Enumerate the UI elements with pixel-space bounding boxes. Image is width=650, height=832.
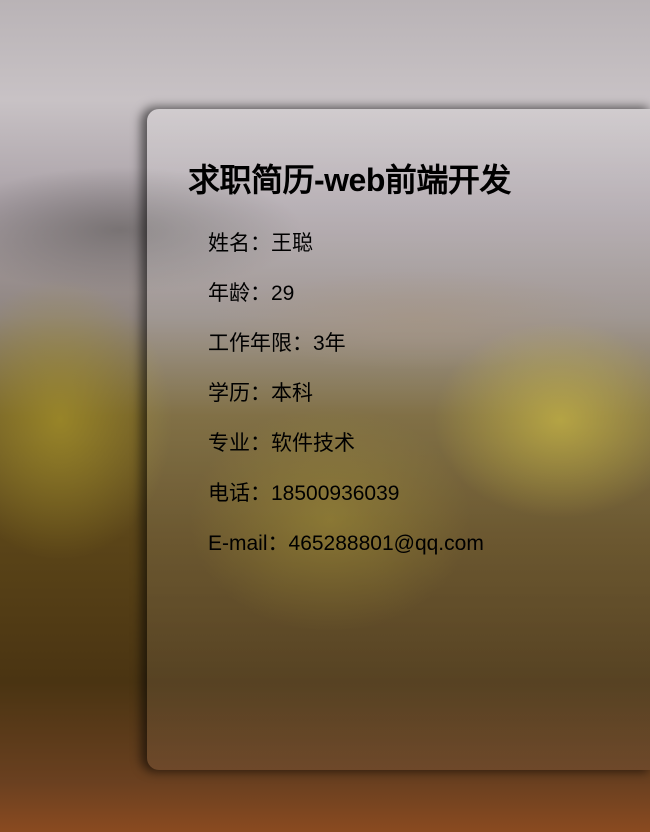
info-value: 29: [271, 282, 295, 305]
info-label: E-mail: [208, 532, 268, 555]
info-label: 学历: [208, 382, 250, 405]
info-value: 本科: [271, 382, 313, 405]
separator: ：: [250, 432, 271, 455]
info-item: 电话：18500936039: [208, 477, 399, 507]
info-value: 465288801@qq.com: [288, 532, 484, 555]
info-item: E-mail：465288801@qq.com: [208, 527, 484, 557]
separator: ：: [292, 332, 313, 355]
info-label: 工作年限: [208, 332, 292, 355]
separator: ：: [250, 282, 271, 305]
info-value: 3年: [313, 332, 346, 355]
separator: ：: [250, 232, 271, 255]
info-item: 姓名：王聪: [208, 227, 313, 257]
info-item: 专业：软件技术: [208, 427, 355, 457]
separator: ：: [267, 532, 289, 555]
info-value: 18500936039: [271, 482, 400, 505]
info-value: 王聪: [271, 232, 313, 255]
info-item: 学历：本科: [208, 377, 313, 407]
info-value: 软件技术: [271, 432, 355, 455]
info-label: 专业: [208, 432, 250, 455]
resume-card: 求职简历-web前端开发 姓名：王聪 年龄：29 工作年限：3年 学历：本科 专业：软件…: [147, 109, 650, 770]
separator: ：: [250, 482, 271, 505]
page-title: 求职简历-web前端开发: [188, 162, 511, 198]
info-label: 电话: [208, 482, 250, 505]
info-item: 年龄：29: [208, 277, 294, 307]
info-item: 工作年限：3年: [208, 327, 346, 357]
info-label: 年龄: [208, 282, 250, 305]
separator: ：: [250, 382, 271, 405]
info-label: 姓名: [208, 232, 250, 255]
